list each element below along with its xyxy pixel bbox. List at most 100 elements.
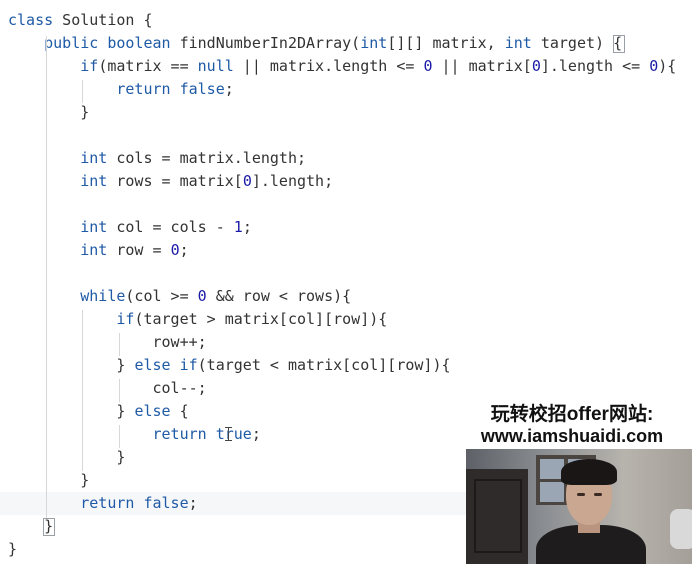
code-token: { [170, 402, 189, 420]
code-token: ; [179, 241, 189, 259]
code-token: int [360, 34, 388, 52]
code-token: || matrix.length <= [233, 57, 424, 75]
code-line[interactable]: } else if(target < matrix[col][row]){ [0, 354, 692, 377]
code-token: 0 [649, 57, 659, 75]
code-line[interactable] [0, 262, 692, 285]
code-token: ){ [658, 57, 677, 75]
indent-guide [46, 36, 48, 519]
code-token: && row < rows){ [206, 287, 352, 305]
code-line[interactable]: return false; [0, 78, 692, 101]
code-token: } [8, 103, 90, 121]
code-line[interactable]: int row = 0; [0, 239, 692, 262]
code-token: (target > matrix[col][row]){ [134, 310, 388, 328]
code-token: } [8, 471, 90, 489]
code-token: int [80, 172, 108, 190]
code-token: (target < matrix[col][row]){ [197, 356, 451, 374]
code-token: [][] matrix, [387, 34, 505, 52]
code-token: } [8, 402, 135, 420]
code-token: else if [134, 356, 198, 374]
code-token: ; [224, 80, 234, 98]
code-token: || matrix[ [432, 57, 532, 75]
indent-guide [118, 379, 120, 402]
code-token: Solution [53, 11, 144, 29]
code-token: if [80, 57, 99, 75]
code-token: if [116, 310, 135, 328]
code-token: col--; [8, 379, 207, 397]
code-token: int [504, 34, 532, 52]
code-token: class [8, 11, 54, 29]
code-line[interactable]: int rows = matrix[0].length; [0, 170, 692, 193]
indent-guide [82, 310, 84, 471]
code-token: } [8, 448, 126, 466]
code-token: } [8, 356, 135, 374]
code-token: (matrix == [98, 57, 198, 75]
code-line[interactable]: int col = cols - 1; [0, 216, 692, 239]
code-token: int [80, 241, 108, 259]
code-token: 0 [242, 172, 252, 190]
code-token: 0 [170, 241, 180, 259]
code-line[interactable]: row++; [0, 331, 692, 354]
code-token: 1 [233, 218, 243, 236]
code-token: else [134, 402, 171, 420]
indent-guide [118, 425, 120, 448]
code-token: ; [251, 425, 261, 443]
indent-guide [118, 333, 120, 356]
code-token: int [80, 218, 108, 236]
presenter-eye [594, 493, 602, 496]
code-token: cols = matrix.length; [107, 149, 307, 167]
code-token: rows = matrix[ [107, 172, 243, 190]
code-token: return false [116, 80, 225, 98]
code-line[interactable] [0, 193, 692, 216]
code-line[interactable]: class Solution { [0, 9, 692, 32]
promo-title: 玩转校招offer网站: [490, 404, 654, 425]
microphone [670, 509, 692, 549]
code-token: row = [107, 241, 171, 259]
code-token: ].length; [251, 172, 334, 190]
presenter-eye [577, 493, 585, 496]
code-line[interactable]: } [0, 101, 692, 124]
code-token: 0 [531, 57, 541, 75]
code-line[interactable]: int cols = matrix.length; [0, 147, 692, 170]
indent-guide [82, 80, 84, 103]
code-token: 0 [197, 287, 207, 305]
code-line[interactable]: while(col >= 0 && row < rows){ [0, 285, 692, 308]
code-token: ; [242, 218, 252, 236]
code-token: (col >= [125, 287, 198, 305]
code-token: return false [80, 494, 189, 512]
code-token: target) { [531, 34, 623, 52]
code-token: int [80, 149, 108, 167]
code-line[interactable]: if(target > matrix[col][row]){ [0, 308, 692, 331]
code-line[interactable] [0, 124, 692, 147]
brace-match-highlight [613, 35, 626, 53]
promo-url: www.iamshuaidi.com [480, 426, 664, 446]
code-token: { [143, 11, 153, 29]
webcam-feed [466, 449, 692, 564]
code-token: return true [152, 425, 252, 443]
code-token: ].length <= [540, 57, 650, 75]
code-token: ; [188, 494, 198, 512]
code-token: col = cols - [107, 218, 234, 236]
promo-overlay: 玩转校招offer网站: www.iamshuaidi.com [466, 400, 692, 446]
brace-match-highlight [43, 518, 56, 536]
code-token: row++; [8, 333, 207, 351]
code-token: while [80, 287, 126, 305]
code-line[interactable]: if(matrix == null || matrix.length <= 0 … [0, 55, 692, 78]
code-line[interactable]: public boolean findNumberIn2DArray(int[]… [0, 32, 692, 55]
webcam-cabinet [466, 469, 528, 564]
presenter-hair [561, 459, 617, 485]
mouse-ibeam-cursor [225, 427, 232, 441]
code-token: public boolean [44, 34, 171, 52]
code-token: findNumberIn2DArray( [170, 34, 361, 52]
code-line[interactable]: col--; [0, 377, 692, 400]
code-token: null [197, 57, 234, 75]
